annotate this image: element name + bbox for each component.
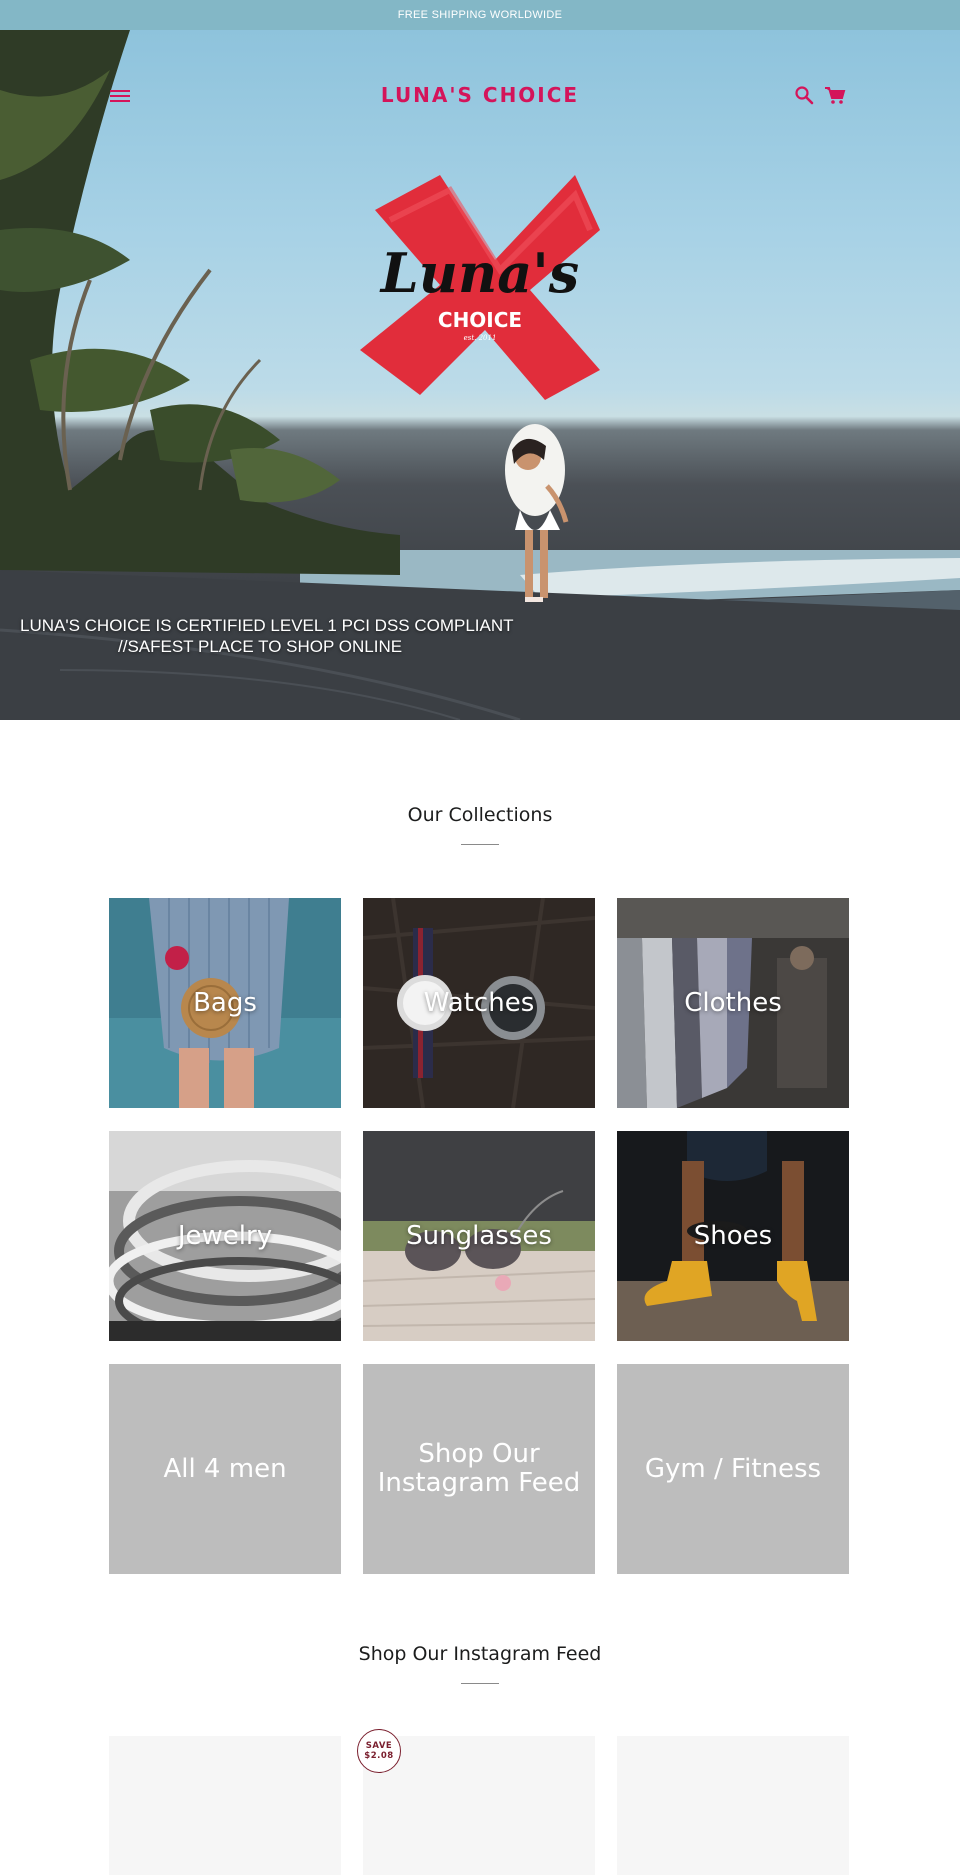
instagram-divider [461,1683,499,1684]
hero-caption: LUNA'S CHOICE IS CERTIFIED LEVEL 1 PCI D… [20,615,560,657]
sale-badge: SAVE $2.08 [357,1729,401,1773]
hero-caption-line1: LUNA'S CHOICE IS CERTIFIED LEVEL 1 PCI D… [20,616,514,635]
hero-caption-line2: //SAFEST PLACE TO SHOP ONLINE [118,637,403,656]
collection-label: Jewelry [177,1220,273,1251]
collection-label: Watches [423,987,535,1018]
collections-heading: Our Collections [407,804,553,826]
instagram-heading: Shop Our Instagram Feed [358,1643,602,1665]
sale-badge-line1: SAVE [365,1741,393,1751]
collection-tile-gym-fitness[interactable]: Gym / Fitness [617,1364,849,1574]
collections-divider [461,844,499,845]
cart-icon[interactable] [824,85,846,105]
instagram-product-card[interactable] [109,1736,341,1875]
hero-logo-est: est. 2011 [464,334,497,342]
collection-tile-instagram[interactable]: Shop Our Instagram Feed [363,1364,595,1574]
collection-label: Gym / Fitness [644,1453,822,1484]
sale-badge-line2: $2.08 [364,1751,394,1761]
hero-logo-word: Luna's [379,241,579,305]
collection-label: Sunglasses [406,1220,552,1251]
collection-tile-bags[interactable]: Bags [109,898,341,1108]
collection-tile-sunglasses[interactable]: Sunglasses [363,1131,595,1341]
collection-tile-jewelry[interactable]: Jewelry [109,1131,341,1341]
hero-logo-sub: CHOICE [438,308,522,332]
collection-label: All 4 men [163,1453,287,1484]
collection-label: Clothes [684,987,782,1018]
collection-tile-all-4-men[interactable]: All 4 men [109,1364,341,1574]
collection-label: Shoes [693,1220,773,1251]
collection-label: Bags [193,987,257,1018]
announcement-bar: FREE SHIPPING WORLDWIDE [0,0,960,30]
instagram-product-card[interactable] [617,1736,849,1875]
collection-tile-shoes[interactable]: Shoes [617,1131,849,1341]
announcement-text: FREE SHIPPING WORLDWIDE [397,9,563,21]
hero-slideshow[interactable]: Luna's CHOICE est. 2011 LUNA'S CHOICE LU… [0,30,960,720]
collection-tile-watches[interactable]: Watches [363,898,595,1108]
search-icon[interactable] [794,85,814,105]
collection-label: Shop Our Instagram Feed [377,1439,581,1498]
hamburger-menu-icon[interactable] [110,87,130,105]
collection-tile-clothes[interactable]: Clothes [617,898,849,1108]
site-title[interactable]: LUNA'S CHOICE [330,83,630,107]
